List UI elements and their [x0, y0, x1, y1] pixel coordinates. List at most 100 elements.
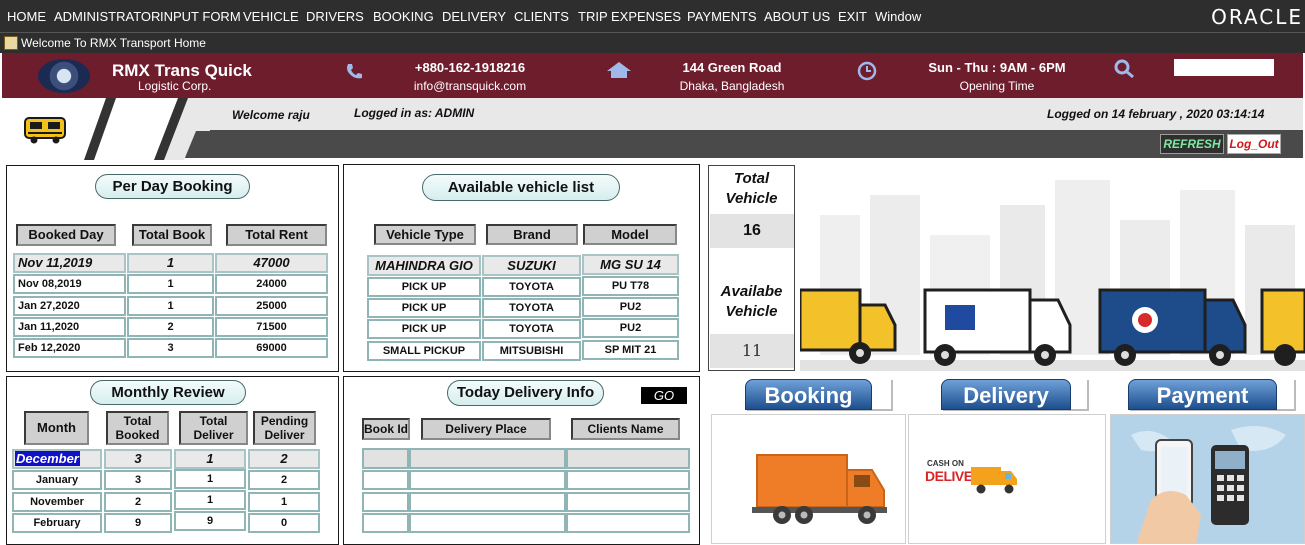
menu-input-form[interactable]: INPUT FORM: [160, 9, 241, 24]
menu-clients[interactable]: CLIENTS: [514, 9, 569, 24]
table-cell[interactable]: [409, 513, 566, 533]
table-cell[interactable]: SP MIT 21: [582, 340, 679, 360]
table-cell[interactable]: [409, 448, 566, 469]
table-cell[interactable]: MG SU 14: [582, 254, 679, 275]
table-cell[interactable]: 1: [174, 449, 246, 469]
table-cell[interactable]: [409, 470, 566, 490]
table-cell[interactable]: [409, 492, 566, 512]
table-cell[interactable]: 3: [104, 470, 172, 490]
col-total-rent[interactable]: Total Rent: [226, 224, 327, 246]
table-cell[interactable]: 1: [248, 492, 320, 512]
menu-delivery[interactable]: DELIVERY: [442, 9, 506, 24]
payment-button[interactable]: Payment: [1128, 379, 1277, 410]
table-cell[interactable]: 2: [248, 449, 320, 469]
table-cell[interactable]: 0: [248, 513, 320, 533]
table-cell[interactable]: Nov 08,2019: [13, 274, 126, 294]
table-cell[interactable]: PU2: [582, 318, 679, 338]
opening-hours: Sun - Thu : 9AM - 6PM: [928, 60, 1066, 75]
delivery-button[interactable]: Delivery: [941, 379, 1071, 410]
table-cell[interactable]: PICK UP: [367, 277, 481, 297]
menu-vehicle[interactable]: VEHICLE: [243, 9, 299, 24]
table-cell[interactable]: [566, 492, 690, 512]
col-total-booked[interactable]: Total Booked: [106, 411, 169, 445]
table-cell[interactable]: Jan 27,2020: [13, 296, 126, 316]
menu-window[interactable]: Window: [875, 9, 921, 24]
table-cell[interactable]: 1: [127, 296, 214, 316]
table-cell[interactable]: 47000: [215, 253, 328, 273]
booking-truck-image[interactable]: [711, 414, 906, 544]
table-cell[interactable]: MAHINDRA GIO: [367, 255, 481, 276]
table-cell[interactable]: SMALL PICKUP: [367, 341, 481, 361]
table-cell[interactable]: [566, 513, 690, 533]
opening-time-label: Opening Time: [959, 79, 1035, 93]
table-cell[interactable]: 3: [127, 338, 214, 358]
go-button[interactable]: GO: [641, 387, 687, 404]
col-vehicle-type[interactable]: Vehicle Type: [374, 224, 476, 245]
table-cell[interactable]: [362, 492, 409, 512]
table-cell[interactable]: 9: [104, 513, 172, 533]
table-cell[interactable]: 9: [174, 511, 246, 531]
table-cell[interactable]: PU T78: [582, 276, 679, 296]
refresh-button[interactable]: REFRESH: [1160, 134, 1224, 154]
menu-administrator[interactable]: ADMINISTRATOR: [54, 9, 160, 24]
menu-home[interactable]: HOME: [7, 9, 46, 24]
col-total-book[interactable]: Total Book: [132, 224, 212, 246]
table-cell[interactable]: 2: [248, 470, 320, 490]
table-cell[interactable]: 25000: [215, 296, 328, 316]
payment-terminal-image[interactable]: [1110, 414, 1305, 544]
logout-button[interactable]: Log_Out: [1227, 134, 1281, 154]
table-cell[interactable]: PU2: [582, 297, 679, 317]
table-cell[interactable]: [362, 448, 409, 469]
booking-button[interactable]: Booking: [745, 379, 872, 410]
col-month[interactable]: Month: [24, 411, 89, 445]
col-delivery-place[interactable]: Delivery Place: [421, 418, 551, 440]
table-cell[interactable]: November: [12, 492, 102, 512]
table-cell[interactable]: 1: [127, 253, 214, 273]
table-cell[interactable]: 69000: [215, 338, 328, 358]
table-cell[interactable]: Jan 11,2020: [13, 317, 126, 337]
menu-payments[interactable]: PAYMENTS: [687, 9, 757, 24]
menu-drivers[interactable]: DRIVERS: [306, 9, 364, 24]
table-cell[interactable]: 2: [127, 317, 214, 337]
table-cell[interactable]: [566, 448, 690, 469]
table-cell[interactable]: PICK UP: [367, 298, 481, 318]
table-cell[interactable]: Feb 12,2020: [13, 338, 126, 358]
col-total-deliver[interactable]: Total Deliver: [179, 411, 248, 445]
table-cell[interactable]: MITSUBISHI: [482, 341, 581, 361]
table-cell[interactable]: TOYOTA: [482, 298, 581, 318]
table-cell[interactable]: 1: [127, 274, 214, 294]
menu-about-us[interactable]: ABOUT US: [764, 9, 830, 24]
col-book-id[interactable]: Book Id: [362, 418, 410, 440]
table-cell[interactable]: Nov 11,2019: [13, 253, 126, 273]
search-input[interactable]: [1174, 59, 1274, 76]
table-cell[interactable]: [566, 470, 690, 490]
table-cell[interactable]: February: [12, 513, 102, 533]
total-vehicle-value: 16: [710, 214, 794, 248]
cash-on-delivery-image[interactable]: CASH ON DELIVERY: [908, 414, 1106, 544]
table-cell[interactable]: [362, 470, 409, 490]
table-cell[interactable]: 24000: [215, 274, 328, 294]
address-line-2: Dhaka, Bangladesh: [679, 79, 785, 93]
search-icon[interactable]: [1112, 59, 1136, 84]
table-cell[interactable]: 71500: [215, 317, 328, 337]
table-cell[interactable]: TOYOTA: [482, 319, 581, 339]
table-cell[interactable]: 3: [104, 449, 172, 469]
table-cell[interactable]: SUZUKI: [482, 255, 581, 276]
menu-exit[interactable]: EXIT: [838, 9, 867, 24]
table-cell[interactable]: 1: [174, 469, 246, 489]
col-model[interactable]: Model: [583, 224, 677, 245]
col-clients-name[interactable]: Clients Name: [571, 418, 680, 440]
menu-trip-expenses[interactable]: TRIP EXPENSES: [578, 9, 681, 24]
col-booked-day[interactable]: Booked Day: [16, 224, 116, 246]
table-cell[interactable]: January: [12, 470, 102, 490]
menu-booking[interactable]: BOOKING: [373, 9, 434, 24]
table-cell[interactable]: December: [12, 449, 102, 469]
table-cell[interactable]: [362, 513, 409, 533]
table-cell[interactable]: 2: [104, 492, 172, 512]
table-cell[interactable]: PICK UP: [367, 319, 481, 339]
table-cell[interactable]: 1: [174, 490, 246, 510]
table-cell[interactable]: TOYOTA: [482, 277, 581, 297]
monthly-review-title: Monthly Review: [90, 380, 246, 405]
col-brand[interactable]: Brand: [486, 224, 578, 245]
col-pending-deliver[interactable]: Pending Deliver: [253, 411, 316, 445]
